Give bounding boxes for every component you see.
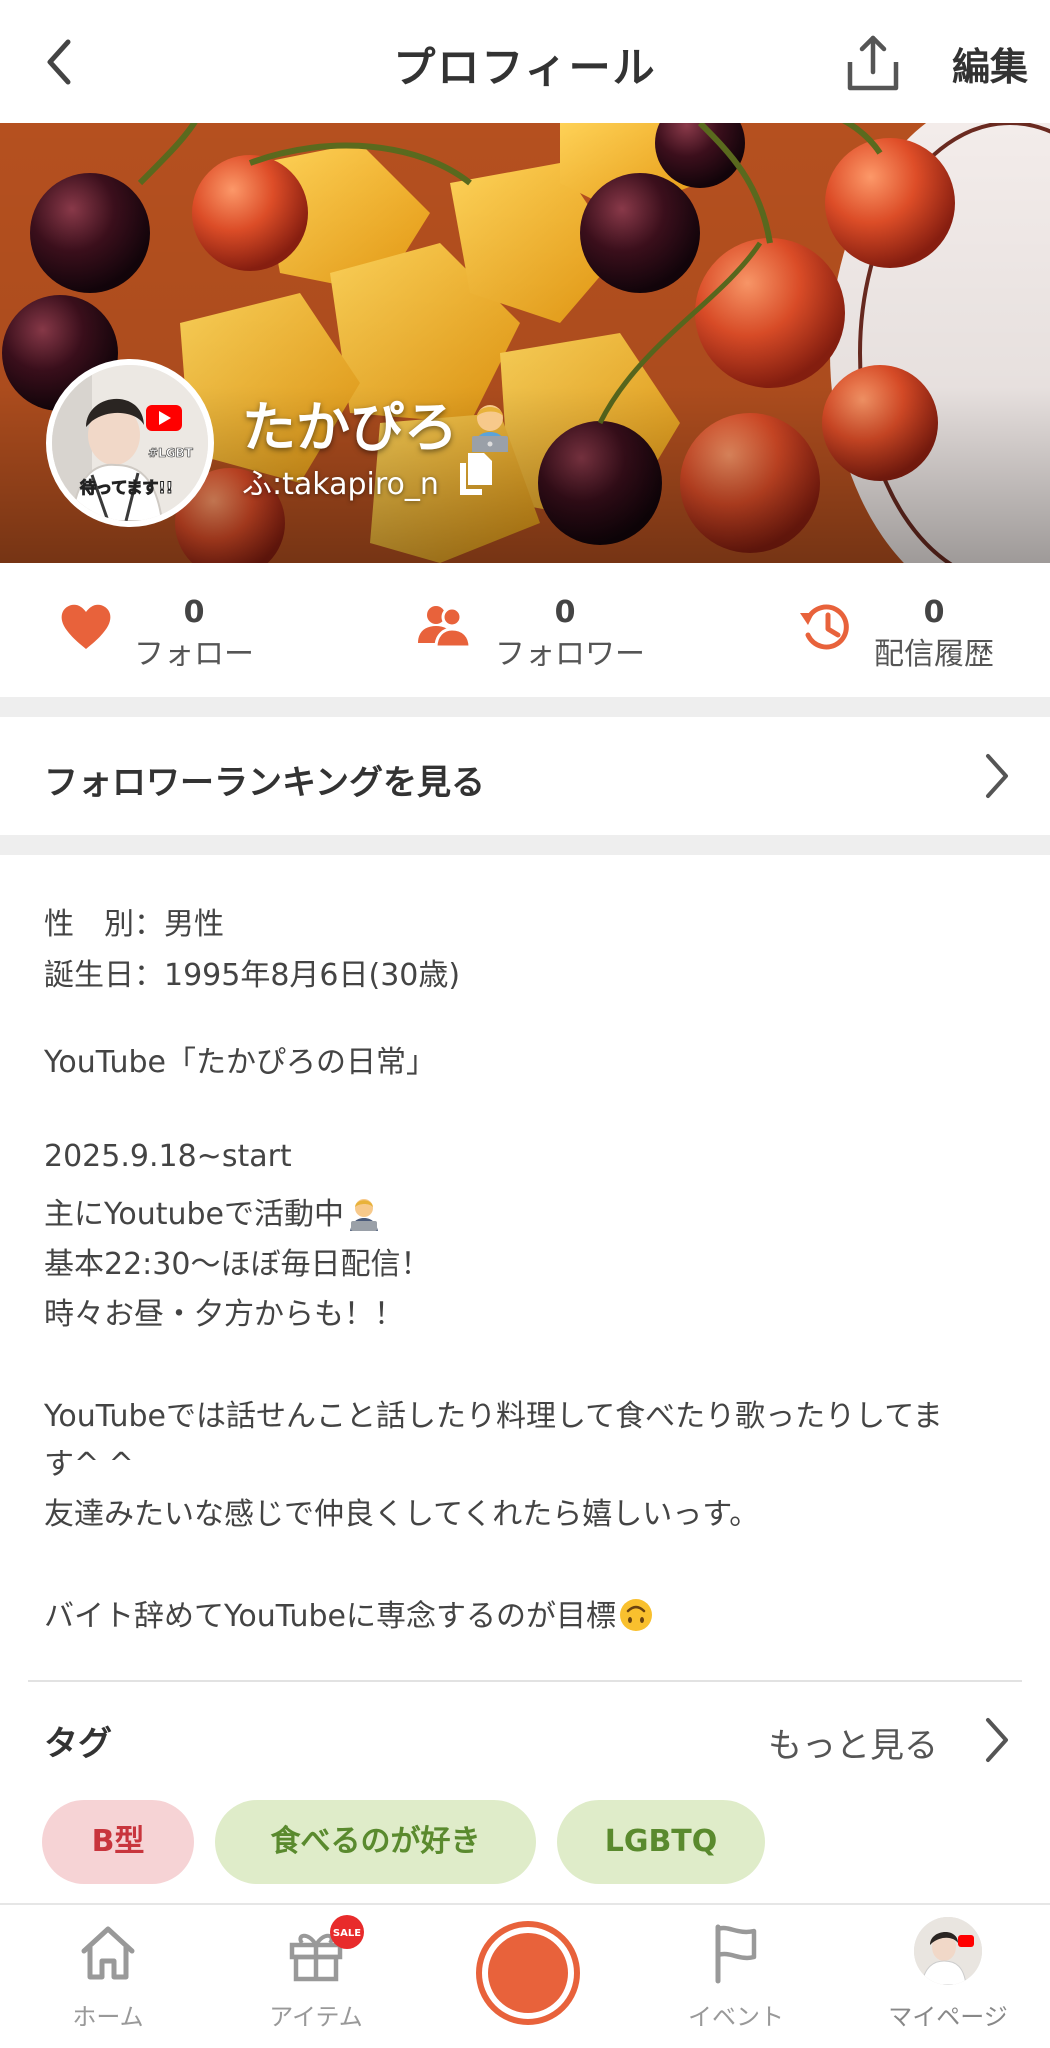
start-broadcast-button[interactable]: [476, 1921, 580, 2025]
bio-line: 2025.9.18~start: [44, 1139, 292, 1174]
stats-bar: 0 フォロー 0 フォロワー 0 配信履歴: [0, 563, 1050, 697]
bio-text: 主にYoutubeで活動中: [44, 1197, 344, 1232]
users-icon: [418, 606, 472, 649]
nav-home[interactable]: ホーム: [28, 1905, 188, 2048]
bio-line-with-emoji: 主にYoutubeで活動中: [44, 1189, 382, 1233]
avatar-caption-text: 待ってます!!: [80, 478, 173, 497]
home-icon: [81, 1926, 135, 1980]
nav-events-label: イベント: [688, 2003, 784, 2031]
birthday-line: 誕生日：1995年8月6日(30歳): [44, 958, 461, 993]
broadcast-history-stat[interactable]: 0 配信履歴: [700, 563, 1050, 697]
tag-chip[interactable]: B型: [42, 1800, 194, 1884]
follow-stat[interactable]: 0 フォロー: [0, 563, 350, 697]
display-name: たかぴろ: [242, 396, 458, 459]
tag-chip[interactable]: LGBTQ: [557, 1800, 765, 1884]
sale-badge-text: SALE: [333, 1928, 361, 1939]
gender-line: 性 別：男性: [44, 907, 224, 942]
bio-line: YouTubeでは話せんこと話したり料理して食べたり歌ったりしてま: [44, 1399, 943, 1434]
chevron-right-icon: [986, 754, 1008, 798]
bio-line: す^ ^: [44, 1447, 134, 1482]
profile-info: 性 別：男性 誕生日：1995年8月6日(30歳) YouTube「たかぴろの日…: [0, 855, 1050, 1685]
tags-title: タグ: [44, 1724, 112, 1764]
flag-icon: [715, 1924, 757, 1984]
cover-photo: #LGBT 待ってます!! たかぴろ ふ:takapiro_n: [0, 123, 1050, 563]
section-divider: [0, 697, 1050, 717]
nav-events[interactable]: イベント: [656, 1905, 816, 2048]
follower-label: フォロワー: [495, 637, 645, 672]
follow-label: フォロー: [134, 637, 254, 672]
nav-items-label: アイテム: [269, 2003, 363, 2031]
bio-text: バイト辞めてYouTubeに専念するのが目標: [44, 1599, 616, 1634]
history-icon: [800, 604, 849, 650]
tag-chip[interactable]: 食べるのが好き: [215, 1800, 536, 1884]
nav-home-label: ホーム: [72, 2003, 144, 2031]
bottom-nav: ホーム SALE アイテム イベント マイページ: [0, 1903, 1050, 2048]
follower-stat[interactable]: 0 フォロワー: [350, 563, 700, 697]
edit-button[interactable]: 編集: [952, 36, 1028, 91]
history-label: 配信履歴: [874, 637, 994, 672]
chevron-right-icon[interactable]: [982, 1716, 1012, 1764]
technologist-emoji-icon: [350, 1199, 378, 1231]
user-id: ふ:takapiro_n: [242, 467, 439, 502]
sale-badge-icon: SALE: [330, 1915, 364, 1949]
bio-line: YouTube「たかぴろの日常」: [44, 1045, 436, 1080]
nav-mypage-label: マイページ: [888, 2003, 1008, 2031]
divider: [28, 1680, 1022, 1682]
avatar-photo: #LGBT 待ってます!!: [52, 365, 208, 521]
tags-more-link[interactable]: もっと見る: [768, 1718, 938, 1767]
profile-avatar[interactable]: #LGBT 待ってます!!: [46, 359, 214, 527]
ranking-label: フォロワーランキングを見る: [44, 763, 485, 803]
app-header: プロフィール 編集: [0, 0, 1050, 123]
history-count: 0: [923, 595, 945, 630]
technologist-emoji-icon: [472, 405, 508, 452]
share-icon[interactable]: [842, 32, 904, 94]
bio-line: 基本22:30〜ほぼ毎日配信！: [44, 1247, 431, 1282]
follower-count: 0: [554, 595, 576, 630]
follower-ranking-link[interactable]: フォロワーランキングを見る: [0, 717, 1050, 835]
record-dot: [488, 1933, 568, 2013]
mypage-avatar: [914, 1917, 982, 1985]
bio-line: 時々お昼・夕方からも！！: [44, 1297, 404, 1332]
nav-items[interactable]: SALE アイテム: [236, 1905, 396, 2048]
follow-count: 0: [183, 595, 205, 630]
bio-line-with-emoji: バイト辞めてYouTubeに専念するのが目標: [44, 1591, 654, 1635]
copy-icon[interactable]: [456, 451, 496, 497]
bio-line: 友達みたいな感じで仲良くしてくれたら嬉しいっす。: [44, 1497, 760, 1532]
heart-icon: [61, 604, 111, 649]
avatar-hashtag-text: #LGBT: [148, 446, 194, 460]
upside-down-face-emoji-icon: [620, 1599, 652, 1631]
nav-mypage[interactable]: マイページ: [868, 1905, 1028, 2048]
section-divider: [0, 835, 1050, 855]
